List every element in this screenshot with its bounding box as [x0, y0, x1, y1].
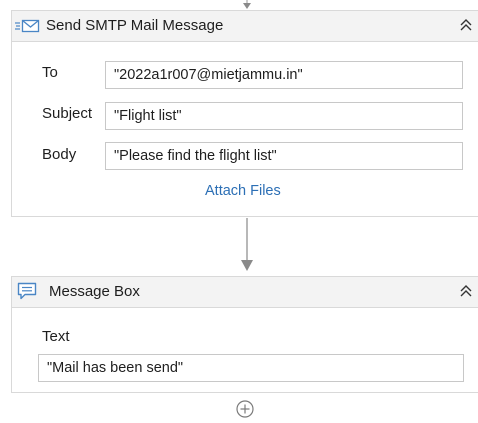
message-box-header[interactable]: Message Box [12, 277, 478, 308]
send-smtp-mail-activity[interactable]: Send SMTP Mail Message To "2022a1r007@mi… [11, 10, 478, 217]
subject-field[interactable]: "Flight list" [105, 102, 463, 130]
body-label: Body [42, 146, 77, 163]
message-box-activity[interactable]: Message Box Text "Mail has been send" [11, 276, 478, 393]
message-box-title: Message Box [49, 283, 140, 300]
arrow-down-icon [241, 218, 253, 271]
double-chevron-up-icon[interactable] [458, 282, 474, 300]
subject-label: Subject [42, 105, 93, 122]
speech-bubble-icon [17, 282, 37, 300]
attach-files-link[interactable]: Attach Files [205, 183, 281, 199]
text-field[interactable]: "Mail has been send" [38, 354, 464, 382]
to-label: To [42, 64, 58, 81]
mail-envelope-icon [15, 19, 40, 33]
smtp-activity-title: Send SMTP Mail Message [46, 17, 224, 34]
body-field[interactable]: "Please find the flight list" [105, 142, 463, 170]
smtp-activity-header[interactable]: Send SMTP Mail Message [12, 11, 478, 42]
double-chevron-up-icon[interactable] [458, 16, 474, 34]
to-field[interactable]: "2022a1r007@mietjammu.in" [105, 61, 463, 89]
plus-circle-icon[interactable] [235, 399, 255, 419]
text-label: Text [42, 328, 70, 345]
